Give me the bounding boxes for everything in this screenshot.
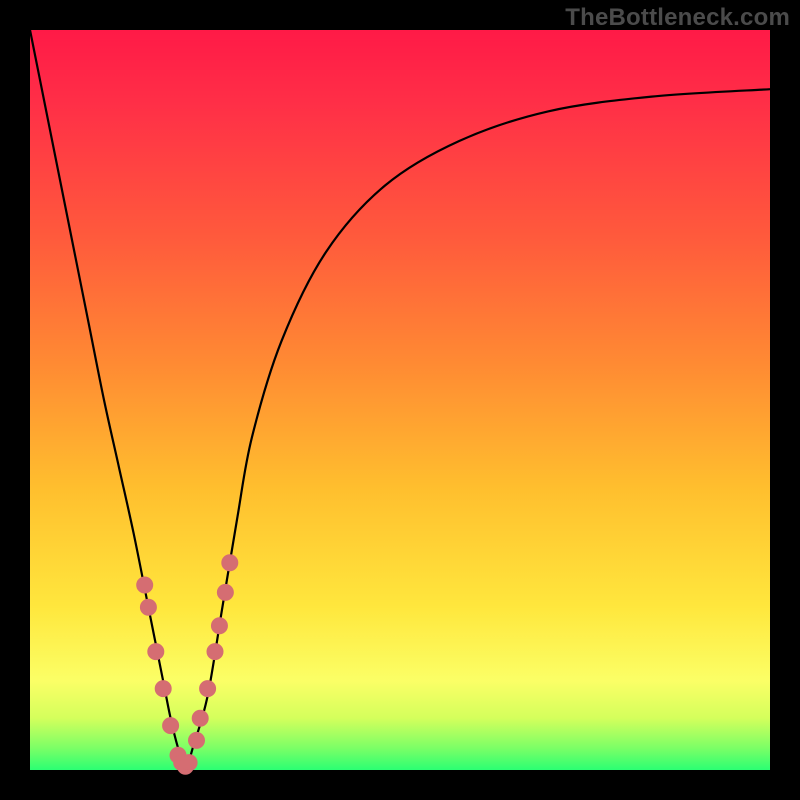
- highlighted-dot: [155, 681, 171, 697]
- highlighted-dot: [140, 599, 156, 615]
- curve-svg: [30, 30, 770, 770]
- highlighted-dot: [207, 644, 223, 660]
- highlighted-dot: [200, 681, 216, 697]
- highlighted-dot: [192, 710, 208, 726]
- highlighted-dot: [217, 584, 233, 600]
- highlighted-dots: [137, 555, 238, 775]
- highlighted-dot: [189, 732, 205, 748]
- highlighted-dot: [148, 644, 164, 660]
- bottleneck-curve: [30, 30, 770, 770]
- watermark-text: TheBottleneck.com: [565, 4, 790, 32]
- chart-frame: TheBottleneck.com: [0, 0, 800, 800]
- highlighted-dot: [211, 618, 227, 634]
- highlighted-dot: [163, 718, 179, 734]
- plot-area: [30, 30, 770, 770]
- highlighted-dot: [181, 755, 197, 771]
- highlighted-dot: [222, 555, 238, 571]
- highlighted-dot: [137, 577, 153, 593]
